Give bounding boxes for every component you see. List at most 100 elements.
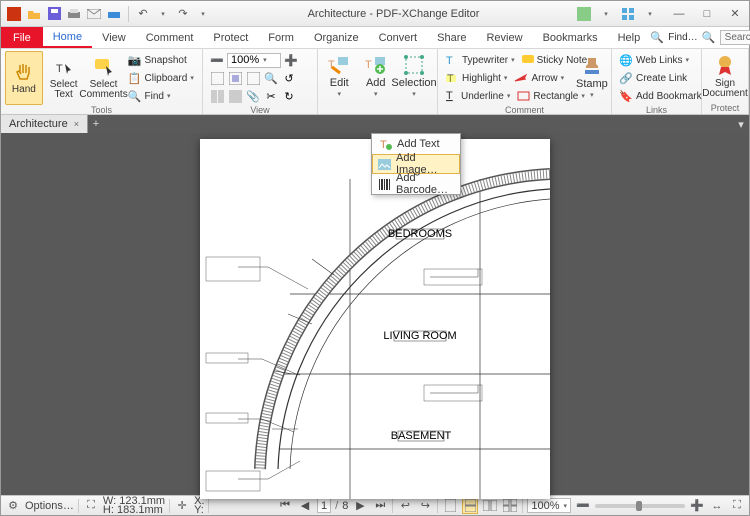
search-icon[interactable]: 🔍 [702, 31, 716, 45]
open-icon[interactable] [25, 5, 43, 23]
highlight-button[interactable]: THighlight▾Arrow▾ [442, 69, 572, 87]
zoom-out-status[interactable]: ➖ [575, 498, 591, 514]
tab-file[interactable]: File [1, 27, 43, 48]
two-continuous-icon[interactable] [502, 498, 518, 514]
menu-add-barcode[interactable]: Add Barcode… [372, 174, 460, 194]
last-page-icon[interactable]: ⏭ [372, 498, 388, 514]
search-box[interactable]: Search… [720, 30, 750, 45]
ui-options-dropdown[interactable]: ▾ [597, 5, 615, 23]
highlight-icon: T [445, 71, 459, 85]
tab-protect[interactable]: Protect [203, 27, 258, 48]
first-page-icon[interactable]: ⏮ [277, 498, 293, 514]
add-button[interactable]: T Add▾ [359, 51, 394, 103]
edit-button[interactable]: T Edit▾ [322, 51, 357, 103]
select-text-tool[interactable]: T Select Text [45, 51, 83, 105]
svg-text:T: T [56, 63, 63, 75]
fit-width-status[interactable]: ↔ [709, 498, 725, 514]
binoculars-icon: 🔍 [128, 89, 142, 103]
group-links-label: Links [616, 105, 697, 116]
rectangle-icon [517, 89, 530, 103]
menu-add-text[interactable]: TAdd Text [372, 134, 460, 154]
weblinks-button[interactable]: 🌐Web Links▾ [616, 51, 705, 69]
zoom-combo[interactable]: 100%▾ [227, 53, 281, 68]
tab-view[interactable]: View [92, 27, 136, 48]
createlink-button[interactable]: 🔗Create Link [616, 69, 705, 87]
underline-button[interactable]: TUnderline▾Rectangle▾ [442, 87, 572, 105]
find-icon[interactable]: 🔍 [650, 31, 664, 45]
stamp-button[interactable]: Stamp▾ [574, 51, 610, 105]
options-label[interactable]: Options… [25, 500, 74, 512]
minimize-button[interactable]: — [665, 2, 693, 26]
typewriter-button[interactable]: TTypewriter▾Sticky Note▾ [442, 51, 572, 69]
zoom-slider[interactable] [595, 504, 685, 508]
tab-convert[interactable]: Convert [369, 27, 428, 48]
zoom-combo-status[interactable]: 100%▾ [527, 498, 571, 513]
find-button[interactable]: 🔍Find▾ [125, 87, 198, 105]
maximize-button[interactable]: □ [693, 2, 721, 26]
two-page-icon[interactable] [482, 498, 498, 514]
thumbnails-icon[interactable] [228, 89, 242, 103]
print-icon[interactable] [65, 5, 83, 23]
tab-form[interactable]: Form [258, 27, 304, 48]
launch-dropdown[interactable]: ▾ [641, 5, 659, 23]
stamp-icon [581, 55, 603, 77]
position-icon: ✛ [174, 498, 190, 514]
options-gear-icon[interactable]: ⚙ [5, 498, 21, 514]
status-y: Y: [194, 506, 204, 515]
underline-icon: T [445, 89, 458, 103]
rotate-ccw-icon[interactable]: ↺ [282, 71, 296, 85]
selection-button[interactable]: Selection▾ [395, 51, 433, 103]
crop-icon[interactable]: ✂ [264, 89, 278, 103]
single-page-icon[interactable] [442, 498, 458, 514]
tab-share[interactable]: Share [427, 27, 476, 48]
menu-add-image[interactable]: Add Image… [372, 154, 460, 174]
zoom-marquee-icon[interactable]: 🔍 [264, 71, 278, 85]
continuous-icon[interactable] [462, 498, 478, 514]
rotate-cw-icon[interactable]: ↻ [282, 89, 296, 103]
find-label[interactable]: Find… [668, 32, 697, 43]
zoom-out-icon[interactable]: ➖ [210, 53, 224, 67]
page-layout-icon[interactable] [210, 89, 224, 103]
zoom-in-status[interactable]: ➕ [689, 498, 705, 514]
next-page-icon[interactable]: ▶ [352, 498, 368, 514]
next-view-icon[interactable]: ↪ [417, 498, 433, 514]
tab-menu-button[interactable]: ▾ [733, 115, 749, 133]
sign-button[interactable]: Sign Document [706, 51, 744, 103]
tab-comment[interactable]: Comment [136, 27, 204, 48]
tab-help[interactable]: Help [608, 27, 651, 48]
add-image-icon [378, 157, 391, 171]
tab-bookmarks[interactable]: Bookmarks [533, 27, 608, 48]
hand-tool[interactable]: Hand [5, 51, 43, 105]
undo-icon[interactable]: ↶ [134, 5, 152, 23]
save-icon[interactable] [45, 5, 63, 23]
clipboard-button[interactable]: 📋Clipboard▾ [125, 69, 198, 87]
prev-view-icon[interactable]: ↩ [397, 498, 413, 514]
undo-dropdown[interactable]: ▾ [154, 5, 172, 23]
new-tab-button[interactable]: + [88, 115, 104, 133]
tab-home[interactable]: Home [43, 27, 92, 48]
group-comment-label: Comment [442, 105, 607, 116]
zoom-in-icon[interactable]: ➕ [284, 53, 298, 67]
redo-icon[interactable]: ↷ [174, 5, 192, 23]
close-tab-icon[interactable]: × [74, 119, 79, 129]
fit-width-icon[interactable] [246, 71, 260, 85]
launch-icon[interactable] [619, 5, 637, 23]
tab-review[interactable]: Review [476, 27, 532, 48]
actual-size-icon[interactable] [210, 71, 224, 85]
select-comments-tool[interactable]: Select Comments [85, 51, 123, 105]
addbookmark-button[interactable]: 🔖Add Bookmark [616, 87, 705, 105]
fit-page-icon[interactable] [228, 71, 242, 85]
email-icon[interactable] [85, 5, 103, 23]
page-number-box[interactable]: 1 [317, 498, 331, 513]
document-tab[interactable]: Architecture× [1, 115, 88, 133]
prev-page-icon[interactable]: ◀ [297, 498, 313, 514]
ui-options-icon[interactable] [575, 5, 593, 23]
tab-organize[interactable]: Organize [304, 27, 369, 48]
snapshot-button[interactable]: 📷Snapshot [125, 51, 198, 69]
scan-icon[interactable] [105, 5, 123, 23]
redo-dropdown[interactable]: ▾ [194, 5, 212, 23]
close-button[interactable]: ✕ [721, 2, 749, 26]
attachment-icon[interactable]: 📎 [246, 89, 260, 103]
fullscreen-icon[interactable]: ⛶ [729, 498, 745, 514]
selection-icon [403, 54, 425, 76]
